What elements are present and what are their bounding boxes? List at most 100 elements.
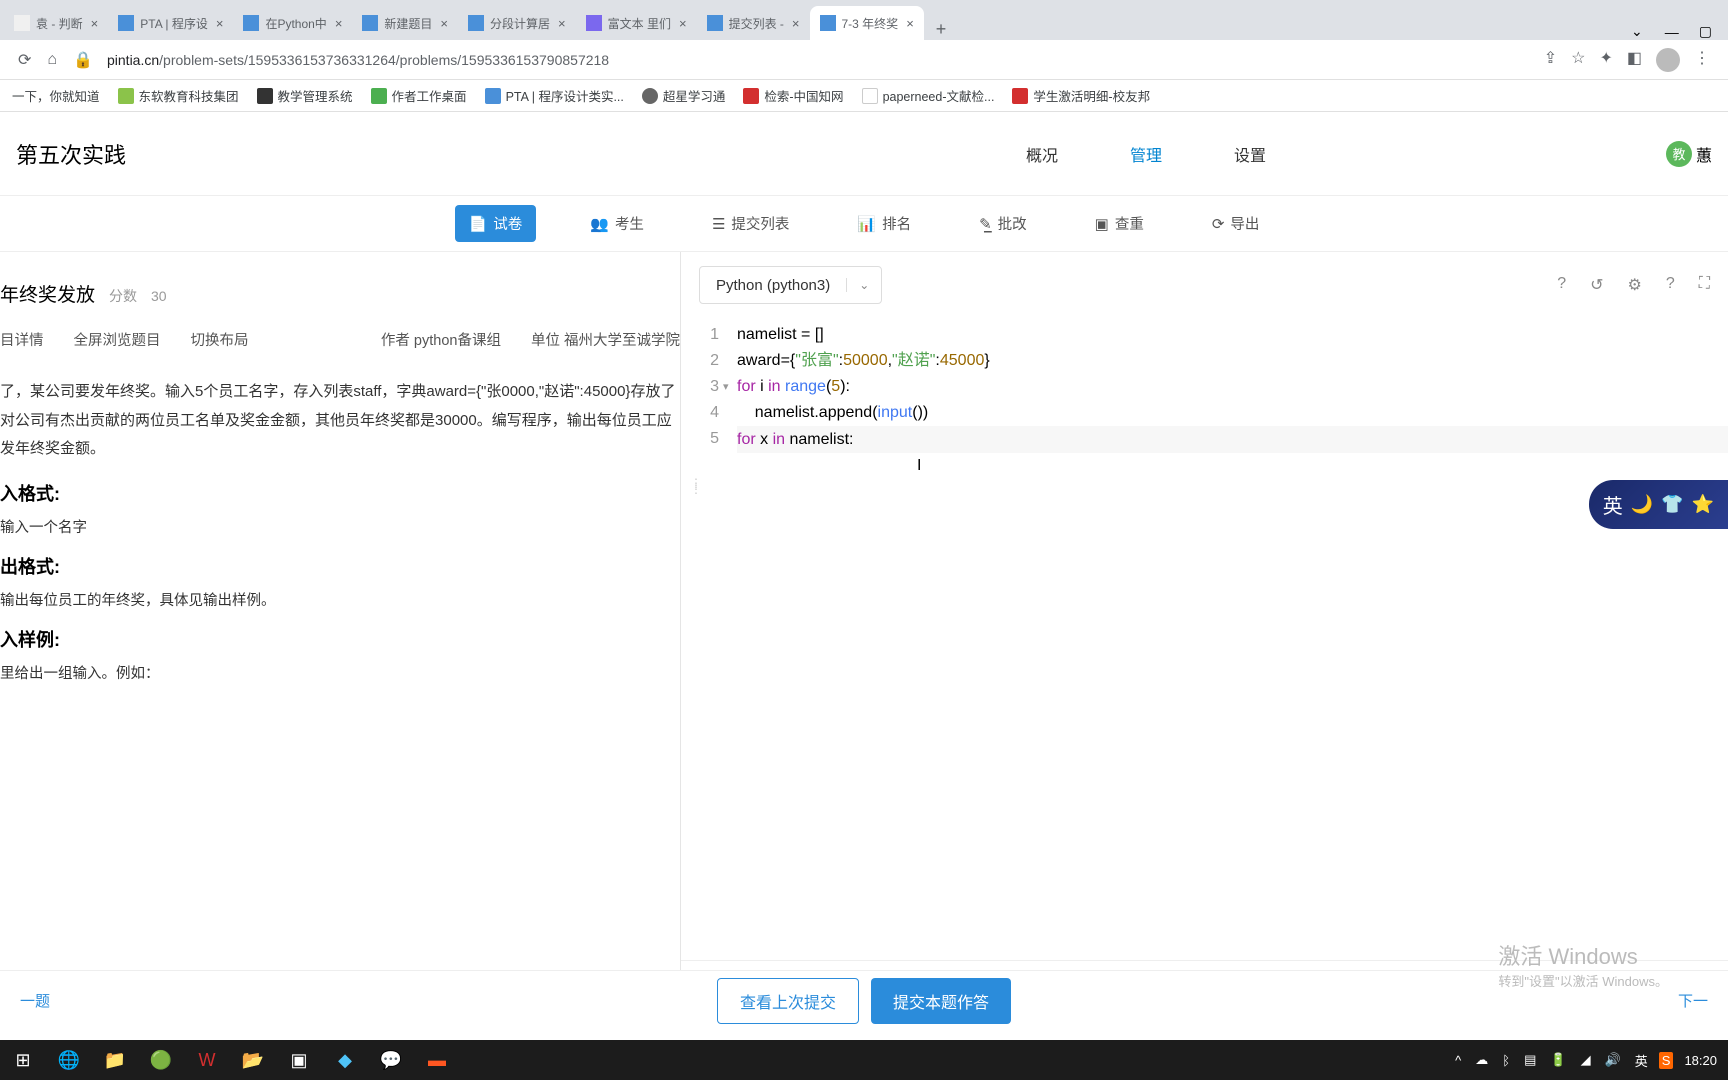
app-icon[interactable]: ▬ [414, 1040, 460, 1080]
tab-2[interactable]: 在Python中 × [233, 6, 352, 40]
bookmark-item[interactable]: 教学管理系统 [251, 82, 359, 109]
nav-overview[interactable]: 概况 [1026, 142, 1058, 166]
bookmark-icon [1012, 88, 1028, 104]
list-icon: ☰ [712, 215, 725, 233]
ime-lang-indicator[interactable]: 英 [1632, 1051, 1651, 1070]
tool-paper[interactable]: 📄试卷 [455, 205, 537, 242]
side-panel-icon[interactable]: ◧ [1627, 48, 1642, 72]
bookmark-item[interactable]: paperneed-文献检... [856, 82, 1001, 109]
bookmark-item[interactable]: 作者工作桌面 [365, 82, 473, 109]
network-icon[interactable]: ◢ [1578, 1052, 1594, 1068]
tab-1[interactable]: PTA | 程序设× [108, 6, 233, 40]
view-last-submit-button[interactable]: 查看上次提交 [717, 978, 859, 1024]
new-tab-button[interactable]: + [924, 19, 959, 40]
tab-title: 在Python中 [265, 15, 326, 32]
problem-author: 作者 python备课组 [381, 329, 501, 350]
bookmark-label: 检索-中国知网 [764, 86, 843, 105]
bookmark-item[interactable]: 学生激活明细-校友邦 [1006, 82, 1156, 109]
nav-settings[interactable]: 设置 [1234, 142, 1266, 166]
language-select[interactable]: Python (python3) ⌄ [699, 266, 882, 304]
edit-icon: ✎̲ [979, 215, 992, 233]
battery-icon[interactable]: 🔋 [1547, 1052, 1569, 1068]
bookmark-item[interactable]: 一下，你就知道 [6, 82, 106, 109]
tab-3[interactable]: 新建题目× [352, 6, 458, 40]
url-input[interactable]: pintia.cn/problem-sets/15953361537363312… [101, 52, 1536, 68]
clock[interactable]: 18:20 [1681, 1053, 1720, 1068]
subtab-fullscreen[interactable]: 全屏浏览题目 [74, 329, 161, 350]
subtab-layout[interactable]: 切换布局 [191, 329, 249, 350]
maximize-icon[interactable]: ▢ [1699, 23, 1712, 40]
settings-icon[interactable]: ⚙ [1628, 275, 1642, 295]
chrome-app-icon[interactable]: 🌐 [46, 1040, 92, 1080]
history-icon[interactable]: ↺ [1590, 275, 1603, 295]
user-name: 蕙 [1696, 142, 1712, 166]
sogou-icon[interactable]: S [1659, 1052, 1674, 1069]
tool-export[interactable]: ⟳导出 [1198, 205, 1274, 242]
bookmark-item[interactable]: PTA | 程序设计类实... [479, 82, 630, 109]
bookmark-item[interactable]: 东软教育科技集团 [112, 82, 245, 109]
wechat-app-icon[interactable]: 💬 [368, 1040, 414, 1080]
bluetooth-icon[interactable]: ᛒ [1499, 1053, 1513, 1068]
lock-icon[interactable]: 🔒 [65, 50, 101, 70]
tray-chevron-icon[interactable]: ^ [1452, 1053, 1464, 1068]
app-icon[interactable]: ◆ [322, 1040, 368, 1080]
tool-label: 考生 [615, 213, 644, 234]
close-icon[interactable]: × [679, 16, 687, 31]
close-icon[interactable]: × [216, 16, 224, 31]
tab-0[interactable]: 袁 - 判断× [4, 6, 108, 40]
language-label: Python (python3) [700, 277, 846, 294]
teacher-badge: 教 [1666, 141, 1692, 167]
tab-list-chevron-icon[interactable]: ⌄ [1621, 23, 1653, 40]
nav-manage[interactable]: 管理 [1130, 142, 1162, 166]
score-value: 30 [151, 288, 167, 304]
tab-5[interactable]: 富文本 里们× [576, 6, 697, 40]
explorer-app-icon[interactable]: 📂 [230, 1040, 276, 1080]
code-editor[interactable]: 12345 namelist = []award={"张富":50000,"赵诺… [681, 318, 1728, 960]
minimize-icon[interactable]: — [1665, 24, 1679, 40]
problem-subtabs: 目详情 全屏浏览题目 切换布局 作者 python备课组 单位 福州大学至诚学院 [0, 315, 680, 364]
submit-button[interactable]: 提交本题作答 [871, 978, 1011, 1024]
tool-ranking[interactable]: 📊排名 [843, 205, 925, 242]
edge-app-icon[interactable]: 🟢 [138, 1040, 184, 1080]
user-area[interactable]: 教 蕙 [1666, 141, 1712, 167]
home-icon[interactable]: ⌂ [39, 51, 65, 69]
panel-splitter[interactable]: ⋮⋮ [690, 480, 702, 492]
close-icon[interactable]: × [91, 16, 99, 31]
volume-icon[interactable]: 🔊 [1602, 1052, 1624, 1068]
close-icon[interactable]: × [558, 16, 566, 31]
close-icon[interactable]: × [792, 16, 800, 31]
refresh-icon[interactable]: ⟳ [10, 50, 39, 70]
app-icon[interactable]: 📁 [92, 1040, 138, 1080]
tool-submissions[interactable]: ☰提交列表 [698, 205, 803, 242]
fullscreen-icon[interactable]: ⛶ [1699, 275, 1710, 295]
code-content[interactable]: namelist = []award={"张富":50000,"赵诺":4500… [737, 322, 1728, 956]
bookmark-item[interactable]: 超星学习通 [636, 82, 732, 109]
next-problem-link[interactable]: 下一 [1678, 990, 1708, 1011]
help-icon[interactable]: ? [1557, 275, 1566, 295]
close-icon[interactable]: × [440, 16, 448, 31]
share-icon[interactable]: ⇪ [1544, 48, 1557, 72]
tool-plagiarism[interactable]: ▣查重 [1081, 205, 1158, 242]
wps-app-icon[interactable]: W [184, 1040, 230, 1080]
tab-7[interactable]: 7-3 年终奖× [810, 6, 924, 40]
tab-4[interactable]: 分段计算居× [458, 6, 576, 40]
prev-problem-link[interactable]: 一题 [20, 990, 50, 1011]
star-icon[interactable]: ☆ [1571, 48, 1585, 72]
close-icon[interactable]: × [906, 16, 914, 31]
browser-tab-bar: 袁 - 判断× PTA | 程序设× 在Python中 × 新建题目× 分段计算居… [0, 0, 1728, 40]
tab-6[interactable]: 提交列表 -× [697, 6, 810, 40]
profile-avatar[interactable] [1656, 48, 1680, 72]
bookmark-item[interactable]: 检索-中国知网 [737, 82, 849, 109]
tool-grade[interactable]: ✎̲批改 [965, 205, 1041, 242]
start-button[interactable]: ⊞ [0, 1040, 46, 1080]
info-icon[interactable]: ? [1666, 275, 1675, 295]
pycharm-app-icon[interactable]: ▣ [276, 1040, 322, 1080]
close-icon[interactable]: × [335, 16, 343, 31]
ime-widget[interactable]: 英 🌙 👕 ⭐ [1589, 480, 1728, 529]
safe-remove-icon[interactable]: ▤ [1521, 1052, 1539, 1068]
menu-icon[interactable]: ⋮ [1694, 48, 1710, 72]
subtab-detail[interactable]: 目详情 [0, 329, 44, 350]
cloud-icon[interactable]: ☁ [1472, 1052, 1491, 1068]
tool-students[interactable]: 👥考生 [576, 205, 658, 242]
extensions-icon[interactable]: ✦ [1599, 48, 1612, 72]
